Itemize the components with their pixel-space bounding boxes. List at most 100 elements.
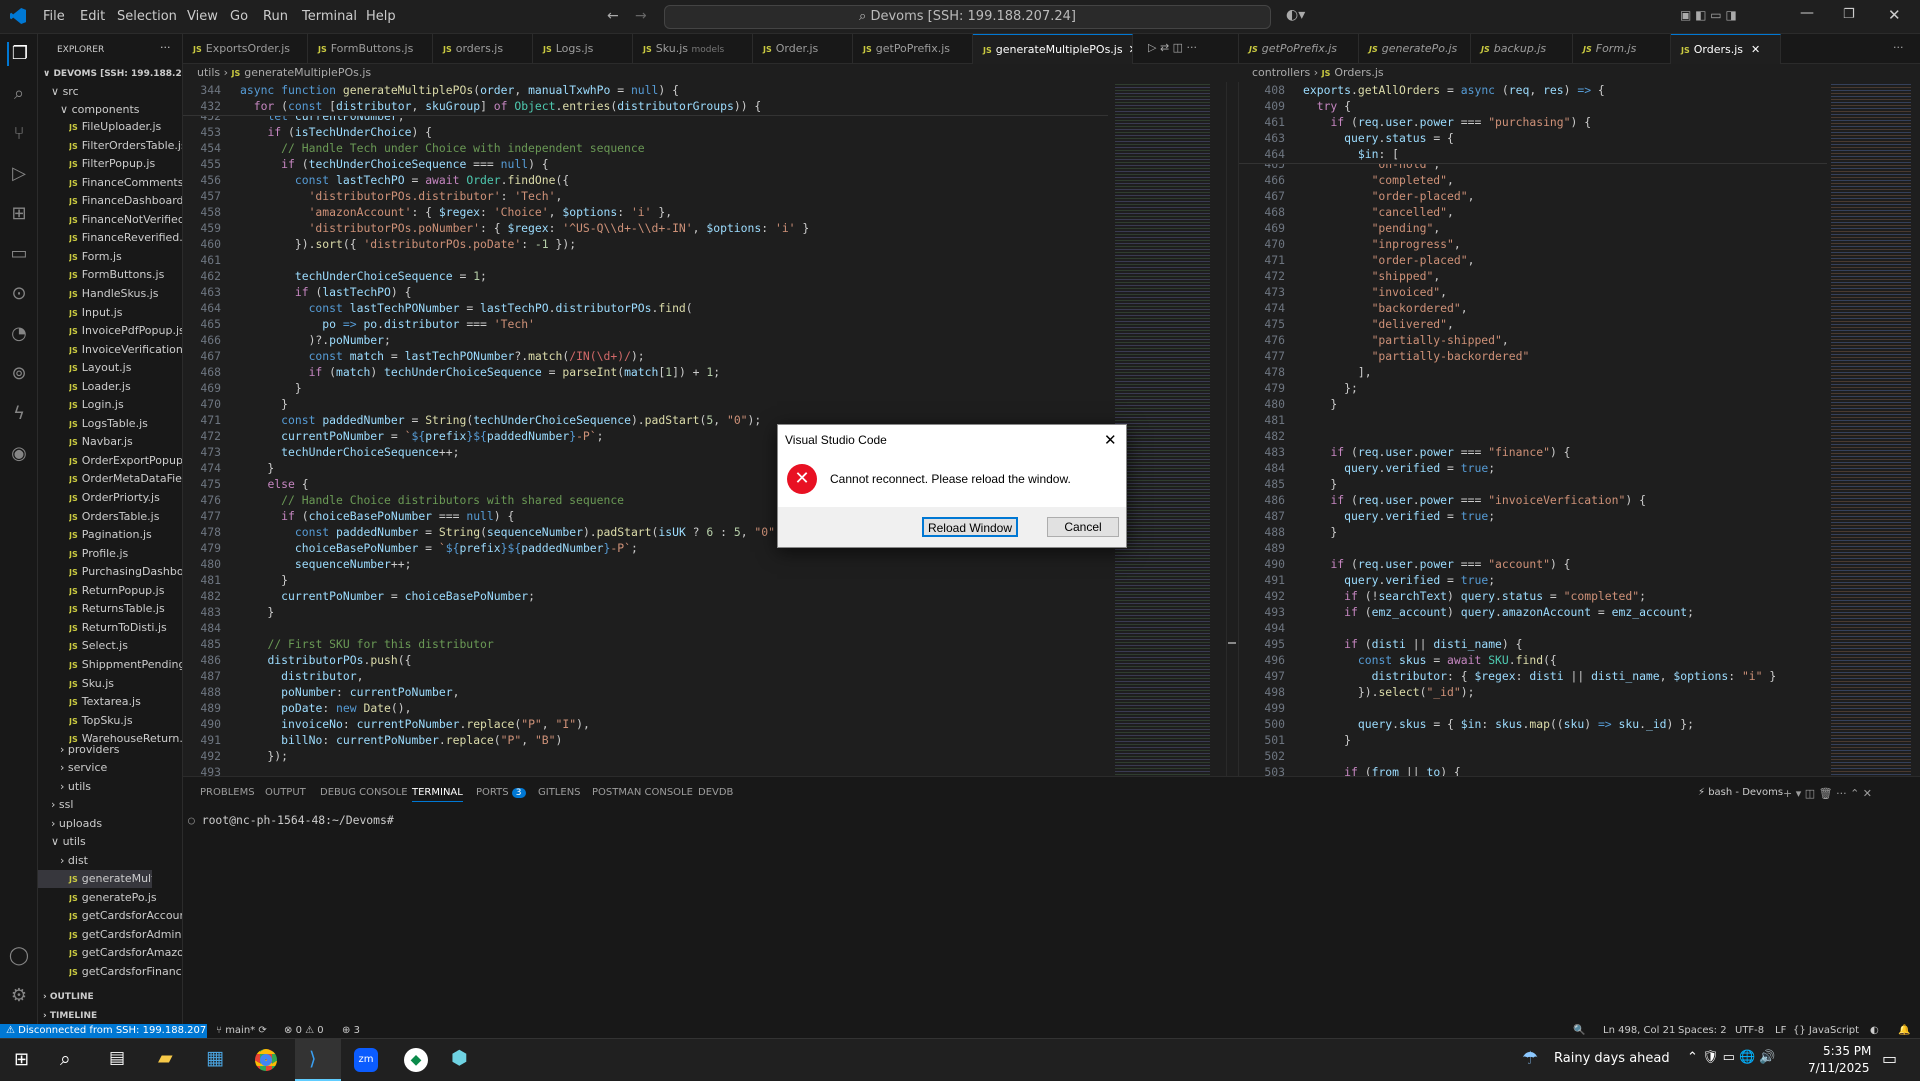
file-item[interactable]: JS Profile.js [69, 545, 182, 563]
folder-uploads[interactable]: › uploads [51, 815, 102, 833]
file-item[interactable]: JSgetCardsforAccount.js [69, 907, 182, 925]
menu-run[interactable]: Run [263, 9, 288, 24]
breadcrumb-file[interactable]: generateMultiplePOs.js [244, 66, 371, 79]
account-icon[interactable]: ◯ [7, 944, 31, 968]
file-item[interactable]: JS InvoicePdfPopup.js [69, 322, 182, 340]
folder-ssl[interactable]: › ssl [51, 796, 73, 814]
folder-utils[interactable]: › utils [60, 778, 91, 796]
tab-generatemultiplepos[interactable]: JSgenerateMultiplePOs.js ✕ [973, 34, 1133, 64]
restore-icon[interactable]: ❐ [1843, 7, 1855, 22]
more-actions-icon[interactable]: ··· [160, 39, 171, 57]
mongodb-compass-icon[interactable]: ◆ [404, 1048, 428, 1072]
search-icon[interactable]: ⌕ [7, 82, 31, 106]
menu-go[interactable]: Go [230, 9, 248, 24]
tab-getpoprefix[interactable]: JS getPoPrefix.js [853, 34, 973, 64]
dialog-close-icon[interactable]: ✕ [1104, 431, 1117, 449]
file-item[interactable]: JS HandleSkus.js [69, 285, 182, 303]
minimap-right[interactable] [1831, 82, 1911, 776]
source-control-icon[interactable]: ⑂ [7, 122, 31, 146]
file-item[interactable]: JS Login.js [69, 396, 182, 414]
menu-help[interactable]: Help [366, 9, 396, 24]
file-item[interactable]: JSgetCardsforFinance.js [69, 963, 182, 981]
file-item[interactable]: JS FileUploader.js [69, 118, 182, 136]
language-mode[interactable]: {} JavaScript [1793, 1024, 1859, 1038]
notifications-bell-icon[interactable]: 🔔 [1898, 1024, 1910, 1038]
file-item[interactable]: JS TopSku.js [69, 712, 182, 730]
tab-postman-console[interactable]: POSTMAN CONSOLE [592, 787, 693, 798]
file-item[interactable]: JS ReturnsTable.js [69, 600, 182, 618]
indentation[interactable]: Spaces: 2 [1678, 1024, 1727, 1038]
cancel-button[interactable]: Cancel [1047, 517, 1119, 537]
remote-indicator[interactable]: ⚠ Disconnected from SSH: 199.188.207.24 [0, 1024, 207, 1038]
tab-logs[interactable]: JS Logs.js [533, 34, 633, 64]
close-tab-icon[interactable]: ✕ [1751, 43, 1760, 56]
tab-orders[interactable]: JS orders.js [433, 34, 533, 64]
editor-actions-icon[interactable]: ▷ ⇄ ◫ ··· [1148, 41, 1197, 54]
file-item[interactable]: JS Navbar.js [69, 433, 182, 451]
file-item[interactable]: JS Form.js [69, 248, 182, 266]
file-item[interactable]: JS InvoiceVerification... [69, 341, 182, 359]
file-item[interactable]: JSOrderExportPopup.js [69, 452, 182, 470]
menu-selection[interactable]: Selection [117, 9, 177, 24]
file-item[interactable]: JS PurchasingDashbo... [69, 563, 182, 581]
file-item[interactable]: JS ReturnToDisti.js [69, 619, 182, 637]
weather-text[interactable]: Rainy days ahead [1554, 1051, 1670, 1066]
file-item[interactable]: JS FinanceReverified... [69, 229, 182, 247]
folder-components[interactable]: ∨ components [60, 101, 140, 119]
tab-ports[interactable]: PORTS 3 [476, 787, 526, 798]
more-actions-icon[interactable]: ··· [1893, 41, 1904, 54]
tab-order[interactable]: JS Order.js [753, 34, 853, 64]
chrome-icon[interactable] [255, 1049, 277, 1071]
notification-center-icon[interactable]: ▭ [1882, 1049, 1897, 1068]
scrollbar-left[interactable] [1226, 82, 1236, 776]
tab-formbuttons[interactable]: JS FormButtons.js [308, 34, 433, 64]
file-item[interactable]: JSgenerateMultiplePO... [38, 870, 152, 888]
gitlens-icon[interactable]: ◔ [7, 322, 31, 346]
file-item[interactable]: JSFinanceComments.js [69, 174, 182, 192]
tab-gitlens[interactable]: GITLENS [538, 787, 581, 798]
command-center[interactable]: ⌕ Devoms [SSH: 199.188.207.24] [664, 5, 1271, 29]
terminal-actions-icon[interactable]: + ▾ ◫ 🗑 ··· ⌃ ✕ [1783, 787, 1872, 800]
file-item[interactable]: JSShippmentPending... [69, 656, 182, 674]
timeline-section[interactable]: › TIMELINE [43, 1007, 97, 1024]
app-hex-icon[interactable]: ⬢ [451, 1047, 468, 1069]
extensions-icon[interactable]: ⊞ [7, 202, 31, 226]
tab-backup[interactable]: JS backup.js [1471, 34, 1573, 64]
ms-store-icon[interactable]: ▦ [206, 1047, 224, 1069]
folder-root[interactable]: ∨ DEVOMS [SSH: 199.188.20... [43, 65, 182, 83]
menu-file[interactable]: File [43, 9, 65, 24]
file-item[interactable]: JS FilterOrdersTable.js [69, 137, 182, 155]
file-explorer-icon[interactable]: ▰ [158, 1047, 173, 1069]
file-item[interactable]: JS LogsTable.js [69, 415, 182, 433]
file-item[interactable]: JS Select.js [69, 637, 182, 655]
file-item[interactable]: JS Pagination.js [69, 526, 182, 544]
eol[interactable]: LF [1775, 1024, 1786, 1038]
close-window-icon[interactable]: ✕ [1888, 6, 1901, 24]
menu-view[interactable]: View [187, 9, 218, 24]
breadcrumb-folder[interactable]: utils [197, 66, 220, 79]
terminal-output[interactable]: ○ root@nc-ph-1564-48:~/Devoms# [188, 812, 394, 828]
tab-sku[interactable]: JS Sku.js models [633, 34, 753, 64]
file-item[interactable]: JS OrderPriorty.js [69, 489, 182, 507]
reload-window-button[interactable]: Reload Window [922, 517, 1018, 537]
folder-src[interactable]: ∨ src [51, 83, 79, 101]
back-arrow-icon[interactable]: ← [607, 8, 619, 24]
postman-icon[interactable]: ◉ [7, 442, 31, 466]
encoding[interactable]: UTF-8 [1735, 1024, 1764, 1038]
database-icon[interactable]: ⊚ [7, 362, 31, 386]
file-item[interactable]: JSOrderMetaDataFiel... [69, 470, 182, 488]
menu-terminal[interactable]: Terminal [302, 9, 357, 24]
cursor-position[interactable]: Ln 498, Col 21 [1603, 1024, 1675, 1038]
tab-getpoprefix-right[interactable]: JS getPoPrefix.js [1239, 34, 1359, 64]
file-item[interactable]: JS OrdersTable.js [69, 508, 182, 526]
file-item[interactable]: JS FilterPopup.js [69, 155, 182, 173]
file-item[interactable]: JS generatePo.js [69, 889, 182, 907]
right-editor[interactable]: 408 exports.getAllOrders = async (req, r… [1238, 82, 1920, 776]
close-tab-icon[interactable]: ✕ [1129, 43, 1132, 56]
vscode-taskbar-button[interactable]: ⟩ [295, 1039, 341, 1081]
tab-devdb[interactable]: DEVDB [698, 787, 733, 798]
zoom-app-icon[interactable]: zm [354, 1048, 378, 1072]
folder-dist[interactable]: › dist [60, 852, 88, 870]
tab-debug-console[interactable]: DEBUG CONSOLE [320, 787, 408, 798]
remote-explorer-icon[interactable]: ▭ [7, 242, 31, 266]
